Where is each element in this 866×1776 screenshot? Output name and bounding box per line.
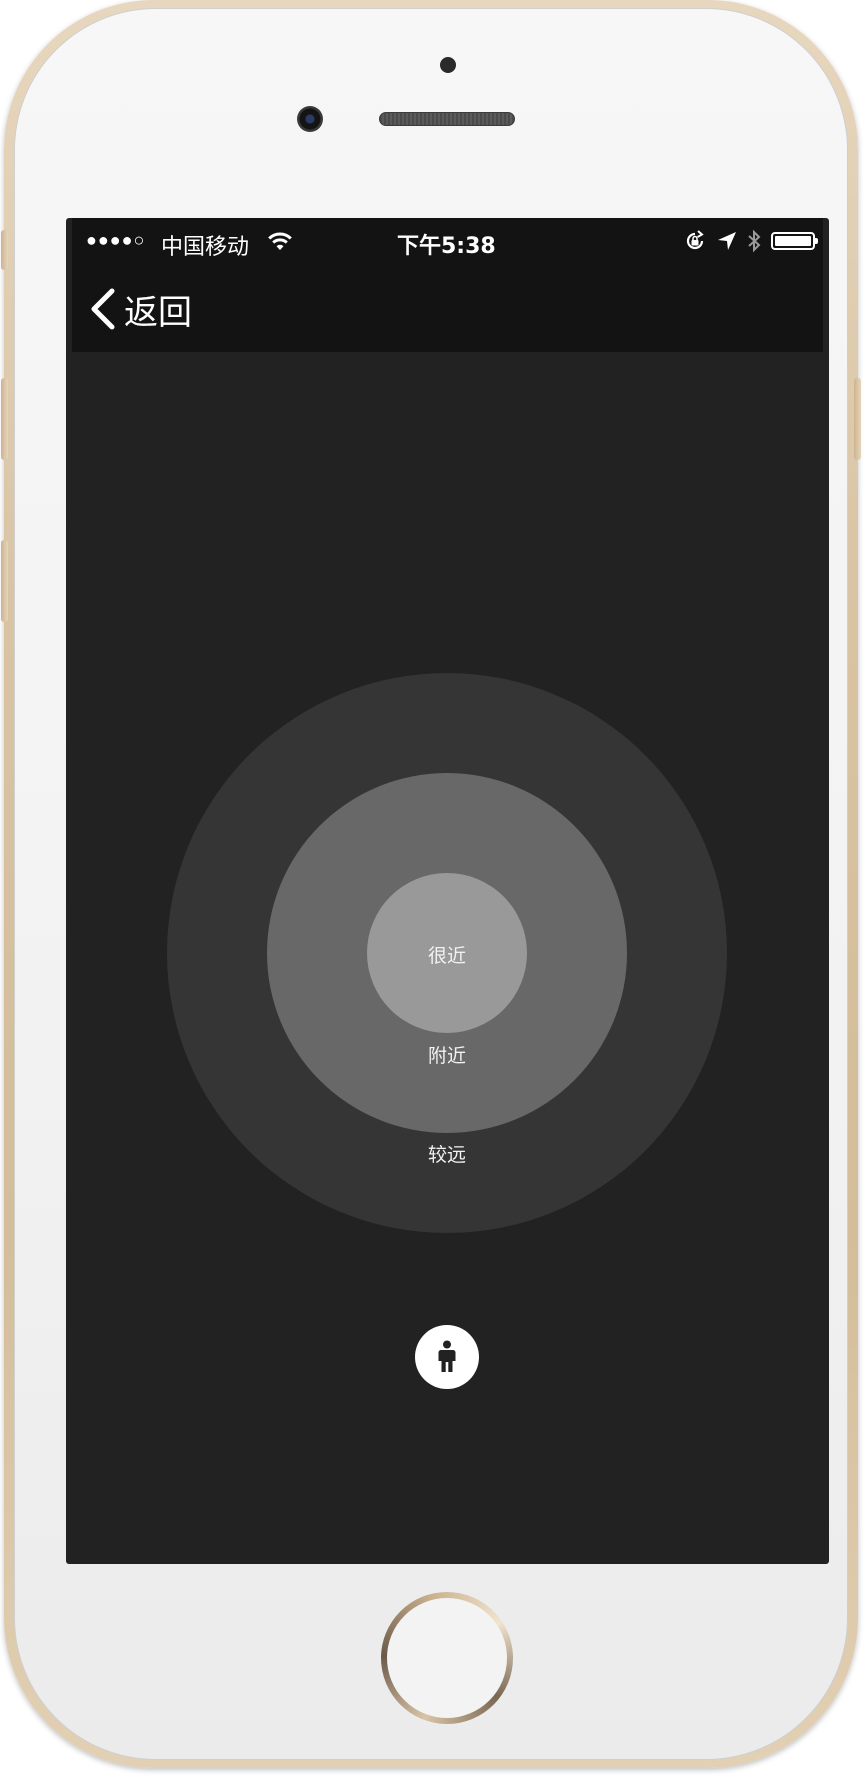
home-button[interactable]: [381, 1592, 513, 1724]
very-near-label: 很近: [427, 945, 466, 967]
power-button: [854, 378, 861, 460]
volume-down-button: [1, 540, 8, 622]
phone-device-frame: ●●●●○ 中国移动 下午5:38 返回 很近 附近 较远: [1, 0, 861, 1768]
phone-bezel: ●●●●○ 中国移动 下午5:38 返回 很近 附近 较远: [14, 8, 848, 1760]
person-icon: [438, 1340, 456, 1372]
earpiece-speaker: [379, 112, 515, 126]
far-label: 较远: [427, 1144, 466, 1166]
home-button-face: [387, 1598, 507, 1718]
mute-switch: [1, 230, 8, 270]
proximity-sensor: [440, 57, 456, 73]
app-screen: ●●●●○ 中国移动 下午5:38 返回 很近 附近 较远: [66, 218, 829, 1564]
volume-up-button: [1, 378, 8, 460]
near-label: 附近: [427, 1045, 466, 1067]
front-camera-icon: [297, 106, 323, 132]
my-location-button[interactable]: [415, 1325, 479, 1389]
